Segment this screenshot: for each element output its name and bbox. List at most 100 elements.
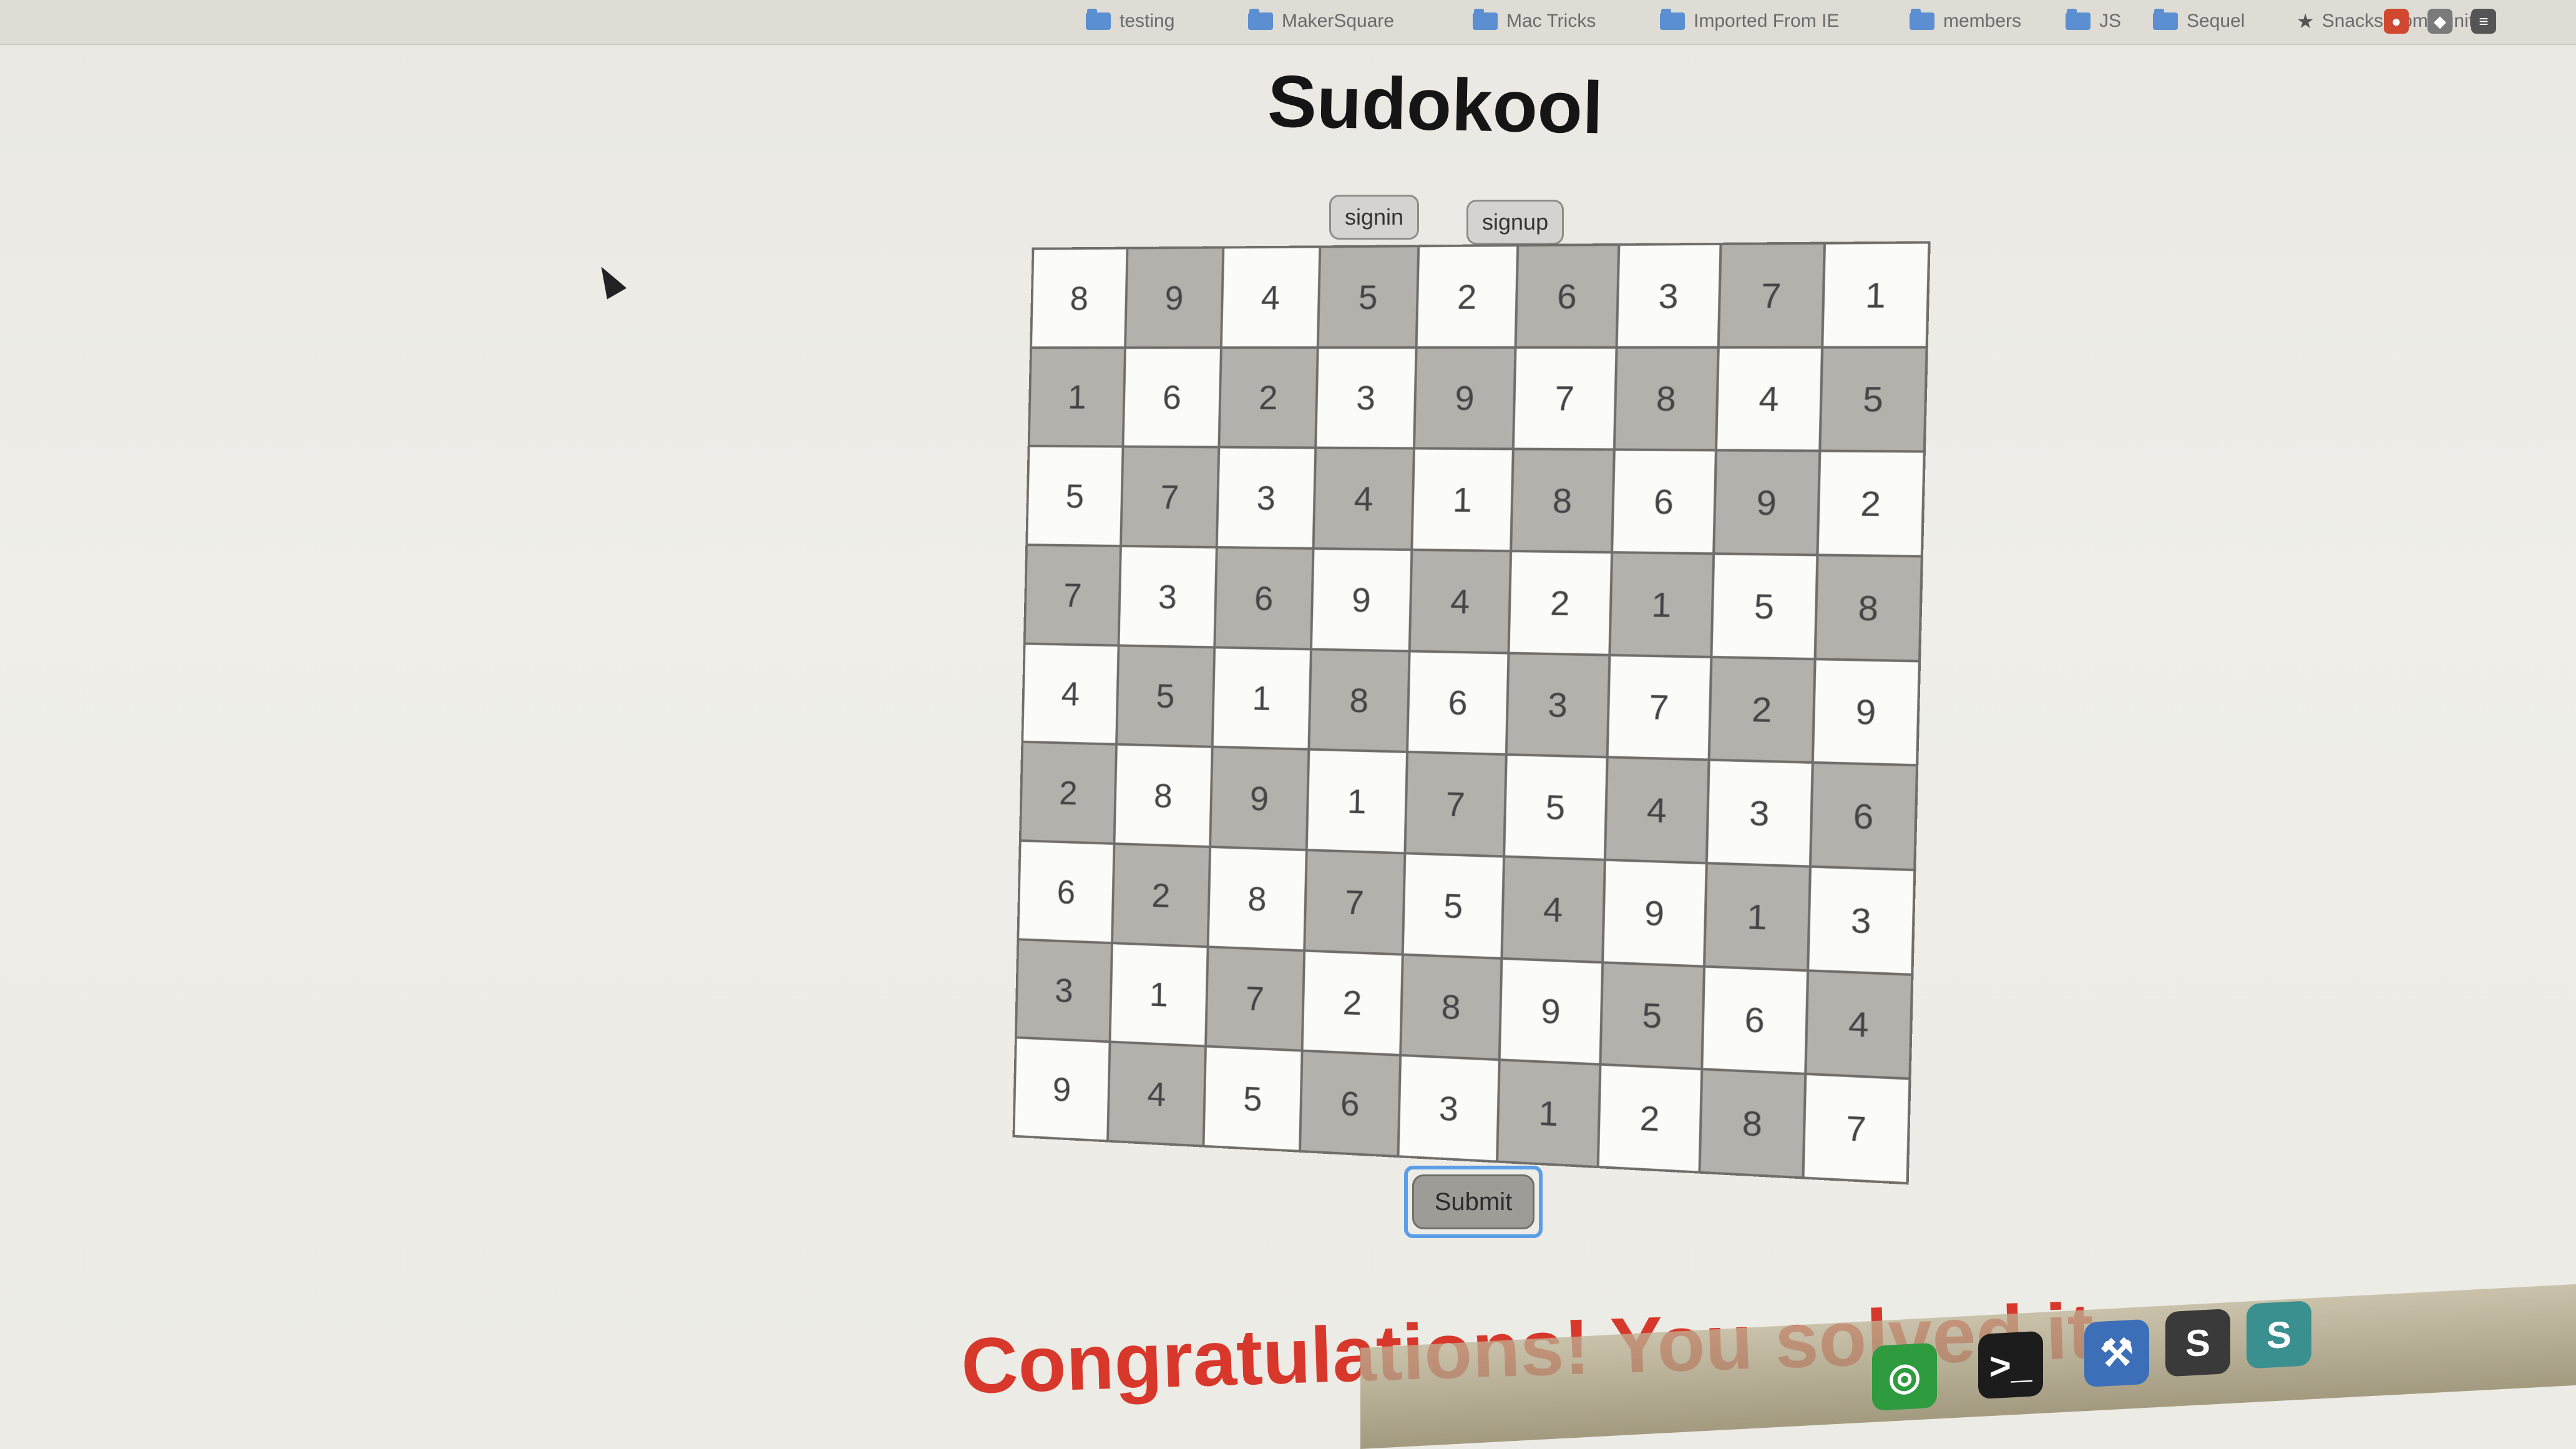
sudoku-cell[interactable]: 7 (1122, 447, 1218, 546)
sudoku-cell[interactable]: 1 (1213, 648, 1310, 749)
sudoku-cell[interactable]: 8 (1401, 955, 1501, 1059)
submit-button[interactable]: Submit (1412, 1174, 1534, 1229)
sudoku-cell[interactable]: 2 (1710, 658, 1814, 762)
sudoku-cell[interactable]: 3 (1217, 448, 1315, 547)
sudoku-cell[interactable]: 5 (1204, 1047, 1301, 1150)
sudoku-cell[interactable]: 5 (1601, 964, 1704, 1068)
sudoku-cell[interactable]: 3 (1399, 1056, 1498, 1161)
sudoku-cell[interactable]: 4 (1806, 972, 1911, 1078)
bookmark-testing[interactable]: testing (1086, 9, 1174, 34)
sudoku-cell[interactable]: 5 (1403, 854, 1503, 957)
sudoku-cell[interactable]: 8 (1512, 450, 1613, 552)
sudoku-cell[interactable]: 7 (1406, 753, 1505, 856)
signup-button[interactable]: signup (1466, 200, 1564, 245)
sudoku-cell[interactable]: 6 (1811, 764, 1916, 869)
sudoku-cell[interactable]: 5 (1028, 447, 1123, 545)
sudoku-cell[interactable]: 9 (1211, 748, 1308, 849)
extension-icon[interactable]: ◆ (2427, 9, 2452, 34)
sudoku-cell[interactable]: 1 (1498, 1061, 1599, 1166)
sudoku-cell[interactable]: 8 (1115, 746, 1211, 846)
sudoku-cell[interactable]: 2 (1303, 952, 1402, 1055)
sublime-text-icon[interactable]: S (2165, 1308, 2230, 1377)
sudoku-cell[interactable]: 3 (1508, 654, 1608, 756)
sudoku-cell[interactable]: 8 (1310, 650, 1408, 751)
sudoku-cell[interactable]: 9 (1415, 348, 1515, 448)
sudoku-cell[interactable]: 7 (1719, 244, 1823, 346)
bookmark-sequel[interactable]: Sequel (2153, 9, 2245, 34)
sudoku-cell[interactable]: 6 (1216, 548, 1312, 648)
sudoku-cell[interactable]: 5 (1319, 247, 1418, 346)
sudoku-cell[interactable]: 4 (1222, 248, 1319, 346)
signin-button[interactable]: signin (1329, 195, 1420, 240)
sudoku-cell[interactable]: 4 (1606, 758, 1708, 862)
s-app-icon[interactable]: S (2247, 1300, 2311, 1369)
sudoku-cell[interactable]: 8 (1209, 848, 1306, 950)
sudoku-cell[interactable]: 2 (1510, 552, 1611, 654)
sudoku-cell[interactable]: 4 (1314, 449, 1413, 549)
sudoku-cell[interactable]: 7 (1206, 947, 1304, 1050)
sudoku-cell[interactable]: 9 (1501, 959, 1601, 1063)
sudoku-cell[interactable]: 4 (1717, 348, 1821, 450)
sudoku-cell[interactable]: 6 (1408, 652, 1508, 754)
sudoku-cell[interactable]: 7 (1515, 348, 1616, 449)
sudoku-cell[interactable]: 4 (1410, 551, 1510, 652)
sudoku-cell[interactable]: 1 (1111, 944, 1207, 1045)
sudoku-cell[interactable]: 3 (1017, 940, 1111, 1041)
sudoku-cell[interactable]: 6 (1516, 246, 1617, 346)
sudoku-cell[interactable]: 5 (1118, 646, 1214, 746)
sudoku-cell[interactable]: 8 (1032, 249, 1127, 346)
chrome-icon[interactable]: ◎ (1872, 1342, 1937, 1412)
sudoku-cell[interactable]: 7 (1608, 656, 1710, 759)
sudoku-cell[interactable]: 9 (1015, 1038, 1110, 1140)
sudoku-cell[interactable]: 1 (1611, 554, 1713, 656)
sudoku-cell[interactable]: 3 (1120, 547, 1216, 646)
sudoku-cell[interactable]: 2 (1417, 246, 1517, 346)
sudoku-cell[interactable]: 3 (1617, 245, 1720, 346)
sudoku-cell[interactable]: 1 (1413, 449, 1513, 550)
bookmark-mac-tricks[interactable]: Mac Tricks (1473, 9, 1596, 34)
sudoku-cell[interactable]: 1 (1823, 243, 1928, 346)
sudoku-cell[interactable]: 7 (1804, 1075, 1909, 1183)
bookmark-js[interactable]: JS (2066, 9, 2121, 34)
sudoku-cell[interactable]: 2 (1113, 845, 1209, 945)
sudoku-cell[interactable]: 6 (1124, 348, 1220, 446)
sudoku-cell[interactable]: 8 (1700, 1070, 1804, 1177)
sudoku-cell[interactable]: 8 (1816, 556, 1921, 660)
sudoku-cell[interactable]: 9 (1715, 451, 1818, 554)
sudoku-cell[interactable]: 3 (1808, 867, 1914, 973)
bookmark-imported-from-ie[interactable]: Imported From IE (1660, 9, 1839, 34)
sudoku-cell[interactable]: 1 (1308, 751, 1406, 852)
sudoku-cell[interactable]: 4 (1503, 857, 1604, 961)
sudoku-cell[interactable]: 9 (1813, 660, 1918, 764)
sudoku-cell[interactable]: 8 (1615, 348, 1717, 449)
sudoku-cell[interactable]: 7 (1025, 546, 1120, 645)
terminal-icon[interactable]: >_ (1978, 1330, 2043, 1400)
sudoku-cell[interactable]: 6 (1301, 1052, 1399, 1156)
xcode-icon[interactable]: ⚒ (2084, 1319, 2149, 1388)
extension-icon[interactable]: ● (2384, 9, 2409, 34)
sudoku-cell[interactable]: 4 (1023, 645, 1118, 744)
sudoku-cell[interactable]: 5 (1712, 555, 1816, 658)
sudoku-cell[interactable]: 6 (1703, 967, 1807, 1073)
sudoku-cell[interactable]: 2 (1220, 348, 1317, 447)
sudoku-cell[interactable]: 9 (1126, 248, 1222, 346)
sudoku-cell[interactable]: 3 (1708, 761, 1812, 866)
sudoku-cell[interactable]: 9 (1312, 549, 1411, 650)
sudoku-cell[interactable]: 7 (1305, 851, 1404, 954)
sudoku-cell[interactable]: 1 (1030, 348, 1125, 446)
sudoku-cell[interactable]: 6 (1612, 451, 1715, 553)
sudoku-cell[interactable]: 4 (1109, 1043, 1204, 1145)
menu-icon[interactable]: ≡ (2471, 9, 2496, 34)
sudoku-cell[interactable]: 9 (1603, 861, 1705, 965)
bookmark-label: testing (1120, 11, 1175, 31)
bookmark-makersquare[interactable]: MakerSquare (1248, 9, 1394, 34)
sudoku-cell[interactable]: 2 (1599, 1066, 1701, 1171)
sudoku-cell[interactable]: 1 (1705, 864, 1809, 969)
sudoku-cell[interactable]: 5 (1820, 348, 1926, 451)
sudoku-cell[interactable]: 6 (1019, 842, 1114, 942)
sudoku-cell[interactable]: 2 (1021, 743, 1116, 842)
sudoku-cell[interactable]: 5 (1505, 756, 1606, 859)
bookmark-members[interactable]: members (1910, 9, 2021, 34)
sudoku-cell[interactable]: 2 (1818, 452, 1923, 555)
sudoku-cell[interactable]: 3 (1317, 348, 1415, 447)
